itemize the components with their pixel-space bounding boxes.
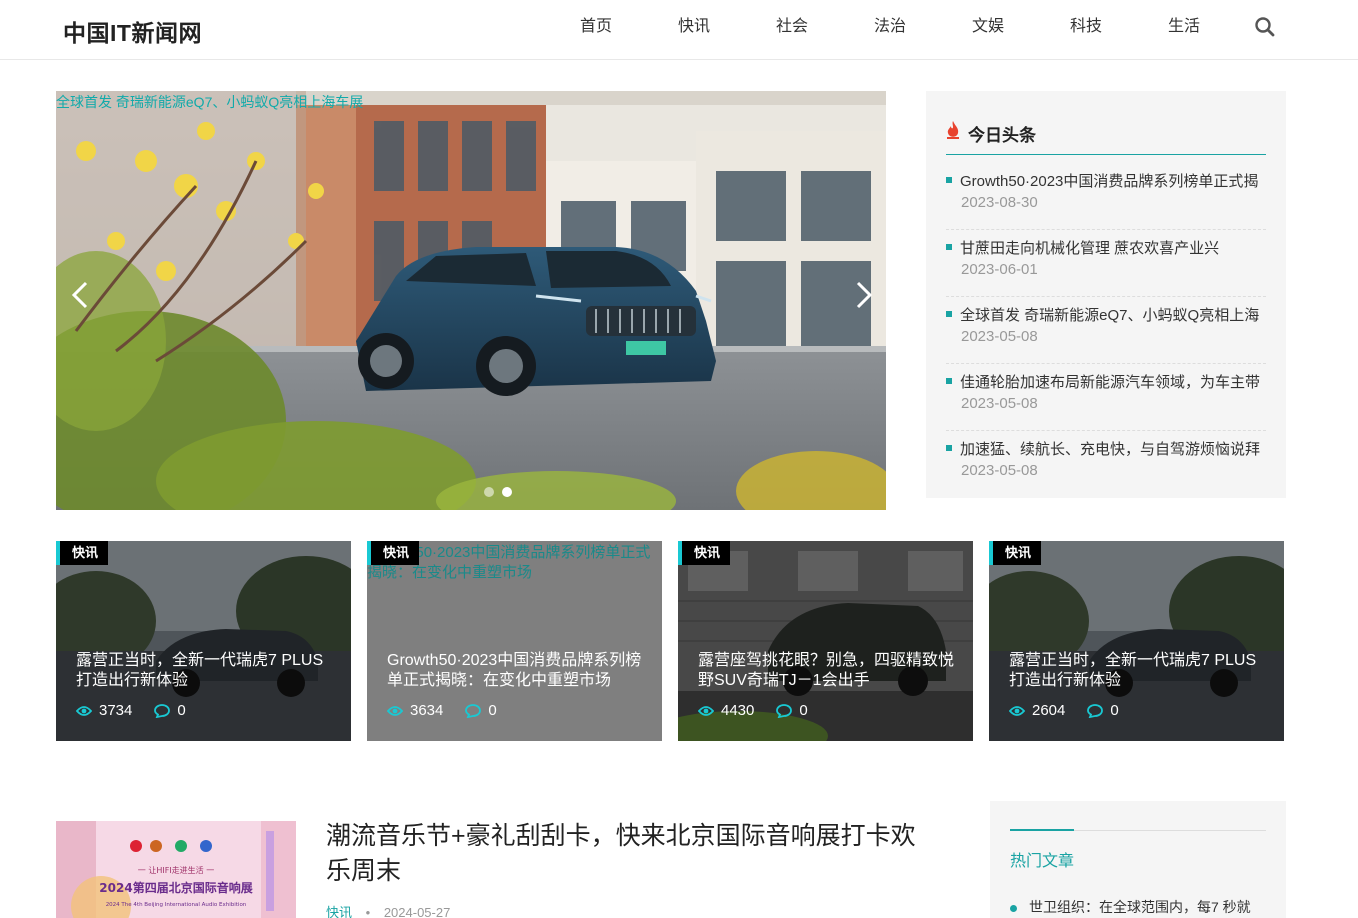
headline-title[interactable]: 加速猛、续航长、充电快，与自驾游烦恼说拜: [960, 438, 1266, 459]
comment-count: 0: [1110, 702, 1119, 719]
comment-icon: [465, 703, 482, 718]
headline-title[interactable]: 佳通轮胎加速布局新能源汽车领域，为车主带: [960, 371, 1266, 392]
site-header: 中国IT新闻网 首页 快讯 社会 法治 文娱 科技 生活: [0, 0, 1358, 60]
meta-separator: •: [365, 905, 371, 918]
nav-item-entertainment[interactable]: 文娱: [939, 0, 1037, 60]
hot-article-title[interactable]: 世卫组织：在全球范围内，每7 秒就: [1029, 899, 1251, 915]
bullet-square-icon: [946, 445, 952, 451]
thumb-slogan: 一 让HIFI走进生活 一: [138, 865, 214, 875]
hot-articles-divider: [1010, 829, 1266, 831]
eye-icon: [387, 705, 403, 717]
card-title[interactable]: 露营座驾挑花眼？别急，四驱精致悦野SUV奇瑞TJ－1会出手: [698, 651, 958, 691]
article-thumbnail[interactable]: 一 让HIFI走进生活 一 2024第四届北京国际音响展 2024 The 4t…: [56, 821, 296, 918]
headline-date: 2023-05-08: [961, 395, 1038, 412]
search-icon[interactable]: [1254, 16, 1276, 38]
flame-icon: [946, 120, 960, 145]
article-date: 2024-05-27: [383, 905, 451, 918]
today-headlines-panel: 今日头条 Growth50·2023中国消费品牌系列榜单正式揭 2023-08-…: [926, 91, 1286, 498]
nav-item-law[interactable]: 法治: [841, 0, 939, 60]
headline-date: 2023-05-08: [961, 462, 1038, 479]
hero-image[interactable]: [56, 91, 886, 510]
hero-slider[interactable]: 全球首发 奇瑞新能源eQ7、小蚂蚁Q亮相上海车展: [56, 91, 886, 510]
comment-icon: [154, 703, 171, 718]
headline-date: 2023-05-08: [961, 328, 1038, 345]
category-tag[interactable]: 快讯: [989, 541, 1042, 565]
thumb-headline: 2024第四届北京国际音响展: [99, 880, 252, 895]
article-meta: 快讯 • 2024-05-27: [326, 902, 450, 918]
list-item[interactable]: 全球首发 奇瑞新能源eQ7、小蚂蚁Q亮相上海 2023-05-08: [946, 297, 1266, 364]
news-card[interactable]: 快讯 露营座驾挑花眼？别急，四驱精致悦野SUV奇瑞TJ－1会出手 4430 0: [678, 541, 973, 741]
bullet-square-icon: [946, 378, 952, 384]
today-headlines-header: 今日头条: [946, 119, 1266, 155]
list-item[interactable]: Growth50·2023中国消费品牌系列榜单正式揭 2023-08-30: [946, 163, 1266, 230]
card-title[interactable]: 露营正当时，全新一代瑞虎7 PLUS打造出行新体验: [76, 651, 336, 691]
card-title[interactable]: 露营正当时，全新一代瑞虎7 PLUS打造出行新体验: [1009, 651, 1269, 691]
headline-title[interactable]: Growth50·2023中国消费品牌系列榜单正式揭: [960, 170, 1266, 191]
slider-pagination: [484, 487, 512, 497]
nav-item-home[interactable]: 首页: [547, 0, 645, 60]
slider-dot[interactable]: [484, 487, 494, 497]
headline-date: 2023-08-30: [961, 194, 1038, 211]
news-card[interactable]: 快讯 露营正当时，全新一代瑞虎7 PLUS打造出行新体验 3734 0: [56, 541, 351, 741]
list-item[interactable]: 世卫组织：在全球范围内，每7 秒就: [1010, 897, 1270, 917]
card-stats: 3634 0: [387, 702, 497, 719]
view-count: 4430: [721, 702, 755, 719]
bullet-square-icon: [946, 311, 952, 317]
card-stats: 2604 0: [1009, 702, 1119, 719]
category-tag[interactable]: 快讯: [56, 541, 109, 565]
news-card[interactable]: 快讯 露营正当时，全新一代瑞虎7 PLUS打造出行新体验 2604 0: [989, 541, 1284, 741]
nav-item-society[interactable]: 社会: [743, 0, 841, 60]
nav-item-life[interactable]: 生活: [1135, 0, 1233, 60]
slider-prev-arrow-icon[interactable]: [66, 277, 96, 313]
headline-title[interactable]: 全球首发 奇瑞新能源eQ7、小蚂蚁Q亮相上海: [960, 304, 1266, 325]
headline-title[interactable]: 甘蔗田走向机械化管理 蔗农欢喜产业兴: [960, 237, 1266, 258]
comment-count: 0: [799, 702, 808, 719]
card-stats: 3734 0: [76, 702, 186, 719]
site-logo[interactable]: 中国IT新闻网: [63, 14, 202, 48]
bullet-dot-icon: [1010, 904, 1017, 912]
category-tag[interactable]: 快讯: [678, 541, 731, 565]
comment-icon: [1087, 703, 1104, 718]
bullet-square-icon: [946, 177, 952, 183]
eye-icon: [1009, 705, 1025, 717]
nav-item-tech[interactable]: 科技: [1037, 0, 1135, 60]
today-headlines-title: 今日头条: [968, 126, 1036, 145]
view-count: 3734: [99, 702, 133, 719]
today-headlines-list: Growth50·2023中国消费品牌系列榜单正式揭 2023-08-30 甘蔗…: [946, 163, 1266, 498]
bullet-square-icon: [946, 244, 952, 250]
thumb-subheadline: 2024 The 4th Beijing International Audio…: [106, 902, 247, 908]
headline-date: 2023-06-01: [961, 261, 1038, 278]
hero-image-alt-text[interactable]: 全球首发 奇瑞新能源eQ7、小蚂蚁Q亮相上海车展: [56, 92, 363, 112]
news-card[interactable]: Growth50·2023中国消费品牌系列榜单正式揭晓：在变化中重塑市场 快讯 …: [367, 541, 662, 741]
comment-count: 0: [177, 702, 186, 719]
main-nav: 首页 快讯 社会 法治 文娱 科技 生活: [547, 0, 1233, 60]
hot-articles-panel: 热门文章 世卫组织：在全球范围内，每7 秒就: [990, 801, 1286, 918]
eye-icon: [76, 705, 92, 717]
card-stats: 4430 0: [698, 702, 808, 719]
comment-icon: [776, 703, 793, 718]
list-item[interactable]: 甘蔗田走向机械化管理 蔗农欢喜产业兴 2023-06-01: [946, 230, 1266, 297]
hot-articles-title: 热门文章: [1010, 853, 1075, 870]
nav-item-news-flash[interactable]: 快讯: [645, 0, 743, 60]
list-item[interactable]: 佳通轮胎加速布局新能源汽车领域，为车主带 2023-05-08: [946, 364, 1266, 431]
article-category-link[interactable]: 快讯: [326, 905, 352, 918]
view-count: 3634: [410, 702, 444, 719]
card-title[interactable]: Growth50·2023中国消费品牌系列榜单正式揭晓：在变化中重塑市场: [387, 651, 647, 691]
article-title[interactable]: 潮流音乐节+豪礼刮刮卡，快来北京国际音响展打卡欢乐周末: [326, 819, 926, 889]
eye-icon: [698, 705, 714, 717]
slider-dot-active[interactable]: [502, 487, 512, 497]
category-tag[interactable]: 快讯: [367, 541, 420, 565]
comment-count: 0: [488, 702, 497, 719]
list-item[interactable]: 加速猛、续航长、充电快，与自驾游烦恼说拜 2023-05-08: [946, 431, 1266, 498]
view-count: 2604: [1032, 702, 1066, 719]
slider-next-arrow-icon[interactable]: [848, 277, 878, 313]
